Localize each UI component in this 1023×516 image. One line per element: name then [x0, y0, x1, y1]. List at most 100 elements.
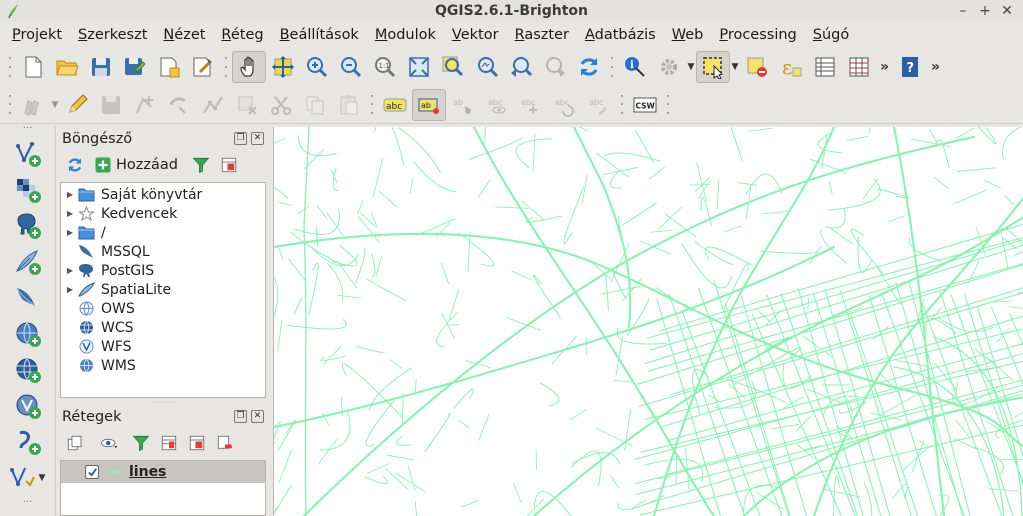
- toggle-editing-button[interactable]: [60, 89, 94, 121]
- menu-réteg[interactable]: Réteg: [213, 22, 271, 48]
- menu-processing[interactable]: Processing: [711, 22, 804, 48]
- collapse-all-button[interactable]: [216, 152, 242, 178]
- menu-nézet[interactable]: Nézet: [155, 22, 213, 48]
- browser-item[interactable]: OWS: [61, 299, 265, 318]
- zoom-to-layer-button[interactable]: [470, 51, 504, 83]
- pan-map-button[interactable]: [232, 51, 266, 83]
- layer-visibility-checkbox[interactable]: [85, 465, 99, 479]
- expand-arrow-icon[interactable]: ▶: [63, 285, 77, 294]
- minimize-button[interactable]: –: [953, 0, 973, 22]
- new-project-button[interactable]: [16, 51, 50, 83]
- remove-layer-button[interactable]: [212, 430, 238, 456]
- collapse-all-layers-button[interactable]: [184, 430, 210, 456]
- browser-item[interactable]: WFS: [61, 337, 265, 356]
- toolbar-grip[interactable]: ···: [0, 124, 55, 136]
- toolbar-grip[interactable]: [7, 54, 13, 80]
- zoom-last-button[interactable]: [504, 51, 538, 83]
- select-features-button[interactable]: [696, 51, 730, 83]
- zoom-full-button[interactable]: [402, 51, 436, 83]
- browser-item[interactable]: ▶ SpatiaLite: [61, 280, 265, 299]
- menu-vektor[interactable]: Vektor: [444, 22, 507, 48]
- move-label-button[interactable]: abc: [514, 89, 548, 121]
- run-feature-action-button[interactable]: [652, 51, 686, 83]
- refresh-browser-button[interactable]: [62, 152, 88, 178]
- layer-labeling-options-button[interactable]: abc: [378, 89, 412, 121]
- add-wfs-layer-button[interactable]: [0, 388, 56, 424]
- add-delimited-text-layer-button[interactable]: [0, 424, 56, 460]
- add-wcs-layer-button[interactable]: [0, 352, 56, 388]
- close-panel-button[interactable]: ✕: [251, 410, 264, 423]
- toolbar-grip[interactable]: [609, 54, 615, 80]
- layer-row[interactable]: lines: [61, 461, 265, 483]
- browser-item[interactable]: ▶ Kedvencek: [61, 204, 265, 223]
- copy-features-button[interactable]: [298, 89, 332, 121]
- rotate-label-button[interactable]: abc: [548, 89, 582, 121]
- expand-arrow-icon[interactable]: ▶: [63, 209, 77, 218]
- deselect-features-button[interactable]: [740, 51, 774, 83]
- node-tool-button[interactable]: [196, 89, 230, 121]
- float-panel-button[interactable]: ❐: [234, 132, 247, 145]
- chevron-down-icon[interactable]: ▼: [686, 62, 696, 72]
- browser-item[interactable]: ▶ /: [61, 223, 265, 242]
- move-feature-button[interactable]: [162, 89, 196, 121]
- expand-arrow-icon[interactable]: ▶: [63, 228, 77, 237]
- zoom-native-button[interactable]: 1:1: [368, 51, 402, 83]
- toolbar-grip[interactable]: ···: [0, 498, 55, 510]
- browser-item[interactable]: WCS: [61, 318, 265, 337]
- toolbar-grip[interactable]: [619, 92, 625, 118]
- save-project-button[interactable]: [84, 51, 118, 83]
- new-vector-layer-button[interactable]: ▼: [0, 460, 56, 496]
- save-layer-edits-button[interactable]: [94, 89, 128, 121]
- toolbar-overflow-button[interactable]: »: [927, 59, 944, 75]
- new-print-composer-button[interactable]: [152, 51, 186, 83]
- menu-súgó[interactable]: Súgó: [805, 22, 857, 48]
- expand-arrow-icon[interactable]: ▶: [63, 266, 77, 275]
- cut-features-button[interactable]: [264, 89, 298, 121]
- menu-beállítások[interactable]: Beállítások: [272, 22, 367, 48]
- toolbar-grip[interactable]: [369, 92, 375, 118]
- change-label-button[interactable]: abc: [582, 89, 616, 121]
- zoom-out-button[interactable]: [334, 51, 368, 83]
- expression-select-button[interactable]: ε: [774, 51, 808, 83]
- toolbar-grip[interactable]: [665, 92, 671, 118]
- manage-visibility-button[interactable]: [96, 430, 122, 456]
- pin-unpin-labels-button[interactable]: ab: [446, 89, 480, 121]
- field-calculator-button[interactable]: [842, 51, 876, 83]
- filter-legend-button[interactable]: [128, 430, 154, 456]
- close-panel-button[interactable]: ✕: [251, 132, 264, 145]
- browser-item[interactable]: ▶ PostGIS: [61, 261, 265, 280]
- label-tool-button[interactable]: ab: [412, 88, 446, 121]
- add-vector-layer-button[interactable]: [0, 136, 56, 172]
- menu-projekt[interactable]: Projekt: [4, 22, 70, 48]
- open-project-button[interactable]: [50, 51, 84, 83]
- browser-item[interactable]: WMS: [61, 356, 265, 375]
- menu-modulok[interactable]: Modulok: [367, 22, 444, 48]
- toolbar-grip[interactable]: [7, 92, 13, 118]
- add-spatialite-layer-button[interactable]: [0, 244, 56, 280]
- zoom-next-button[interactable]: [538, 51, 572, 83]
- chevron-down-icon[interactable]: ▼: [730, 62, 740, 72]
- map-canvas[interactable]: [273, 127, 1023, 516]
- add-mssql-layer-button[interactable]: [0, 280, 56, 316]
- zoom-to-selection-button[interactable]: [436, 51, 470, 83]
- filter-browser-button[interactable]: [188, 152, 214, 178]
- toolbar-overflow-button[interactable]: »: [876, 59, 893, 75]
- browser-item[interactable]: MSSQL: [61, 242, 265, 261]
- add-feature-button[interactable]: [128, 89, 162, 121]
- save-as-button[interactable]: [118, 51, 152, 83]
- composer-manager-button[interactable]: [186, 51, 220, 83]
- show-hide-labels-button[interactable]: abc: [480, 89, 514, 121]
- delete-selected-button[interactable]: [230, 89, 264, 121]
- browser-item[interactable]: ▶ Saját könyvtár: [61, 185, 265, 204]
- identify-features-button[interactable]: i: [618, 51, 652, 83]
- attribute-table-button[interactable]: [808, 51, 842, 83]
- menu-szerkeszt[interactable]: Szerkeszt: [70, 22, 155, 48]
- menu-adatbázis[interactable]: Adatbázis: [577, 22, 664, 48]
- metasearch-csw-button[interactable]: CSW: [628, 89, 662, 121]
- expand-arrow-icon[interactable]: ▶: [63, 190, 77, 199]
- add-postgis-layer-button[interactable]: [0, 208, 56, 244]
- float-panel-button[interactable]: ❐: [234, 410, 247, 423]
- toolbar-grip[interactable]: [223, 54, 229, 80]
- chevron-down-icon[interactable]: ▼: [50, 100, 60, 110]
- paste-features-button[interactable]: [332, 89, 366, 121]
